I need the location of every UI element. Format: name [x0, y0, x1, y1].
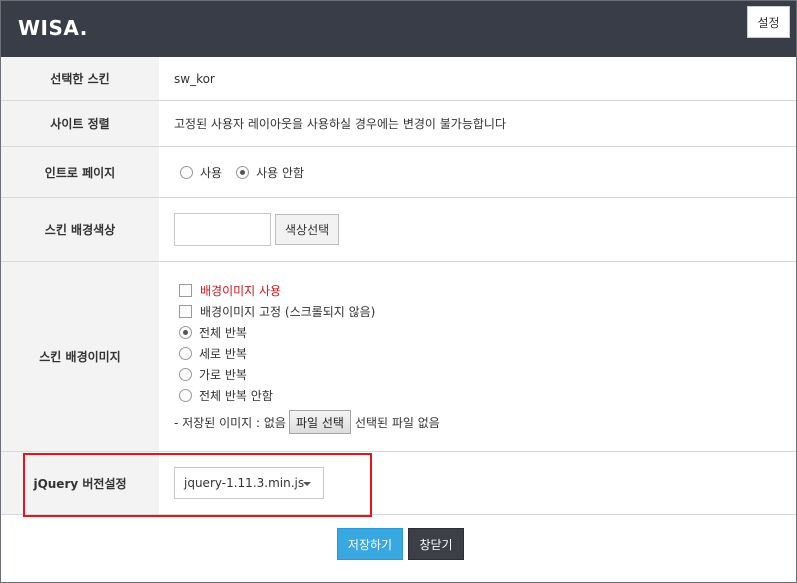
repeat-option: 전체 반복 — [199, 326, 247, 340]
repeat-option: 가로 반복 — [199, 368, 247, 382]
intro-radio-use[interactable] — [180, 165, 193, 179]
row-label: 스킨 배경색상 — [1, 198, 159, 261]
intro-option-none: 사용 안함 — [256, 165, 305, 180]
row-label: jQuery 버전설정 — [1, 452, 159, 514]
row-label: 선택한 스킨 — [1, 57, 159, 100]
row-label: 스킨 배경이미지 — [1, 262, 159, 451]
no-repeat-radio[interactable] — [179, 389, 192, 402]
repeat-option: 세로 반복 — [199, 347, 247, 361]
close-window-button[interactable]: 창닫기 — [408, 528, 464, 560]
chevron-down-icon — [303, 482, 311, 486]
bgimage-fixed-label: 배경이미지 고정 (스크롤되지 않음) — [200, 305, 376, 319]
row-jquery: jQuery 버전설정 jquery-1.11.3.min.js — [1, 452, 796, 515]
repeat-y-radio[interactable] — [179, 347, 192, 360]
header-bar: WISA. 설정 — [1, 1, 796, 57]
intro-option-use: 사용 — [200, 165, 223, 180]
skin-value: sw_kor — [174, 71, 215, 86]
bgimage-fixed-checkbox[interactable] — [179, 305, 192, 318]
row-bgcolor: 스킨 배경색상 색상선택 — [1, 198, 796, 262]
intro-radio-none[interactable] — [236, 165, 250, 179]
row-intro: 인트로 페이지 사용 사용 안함 — [1, 147, 796, 198]
save-button[interactable]: 저장하기 — [337, 528, 403, 560]
align-notice: 고정된 사용자 레이아웃을 사용하실 경우에는 변경이 불가능합니다 — [174, 117, 507, 131]
row-skin: 선택한 스킨 sw_kor — [1, 57, 796, 101]
file-select-button[interactable]: 파일 선택 — [288, 410, 351, 434]
row-bgimage: 스킨 배경이미지 배경이미지 사용 배경이미지 고정 (스크롤되지 않음) 전체… — [1, 262, 796, 452]
logo: WISA. — [18, 16, 88, 40]
row-label: 인트로 페이지 — [1, 147, 159, 197]
file-status-text: 선택된 파일 없음 — [354, 415, 440, 430]
repeat-x-radio[interactable] — [179, 368, 192, 381]
bgcolor-input[interactable] — [174, 213, 271, 246]
settings-button[interactable]: 설정 — [747, 6, 790, 38]
row-label: 사이트 정렬 — [1, 101, 159, 146]
bgimage-use-checkbox[interactable] — [179, 284, 192, 297]
repeat-option: 전체 반복 안함 — [199, 389, 273, 403]
saved-image-text: - 저장된 이미지 : 없음 — [174, 415, 286, 430]
settings-table: 선택한 스킨 sw_kor 사이트 정렬 고정된 사용자 레이아웃을 사용하실 … — [1, 57, 796, 515]
color-pick-button[interactable]: 색상선택 — [275, 214, 340, 245]
jquery-version-value: jquery-1.11.3.min.js — [184, 476, 305, 490]
repeat-all-radio[interactable] — [179, 326, 192, 339]
bgimage-use-label: 배경이미지 사용 — [200, 284, 282, 298]
jquery-version-select[interactable]: jquery-1.11.3.min.js — [174, 467, 324, 499]
row-align: 사이트 정렬 고정된 사용자 레이아웃을 사용하실 경우에는 변경이 불가능합니… — [1, 101, 796, 147]
